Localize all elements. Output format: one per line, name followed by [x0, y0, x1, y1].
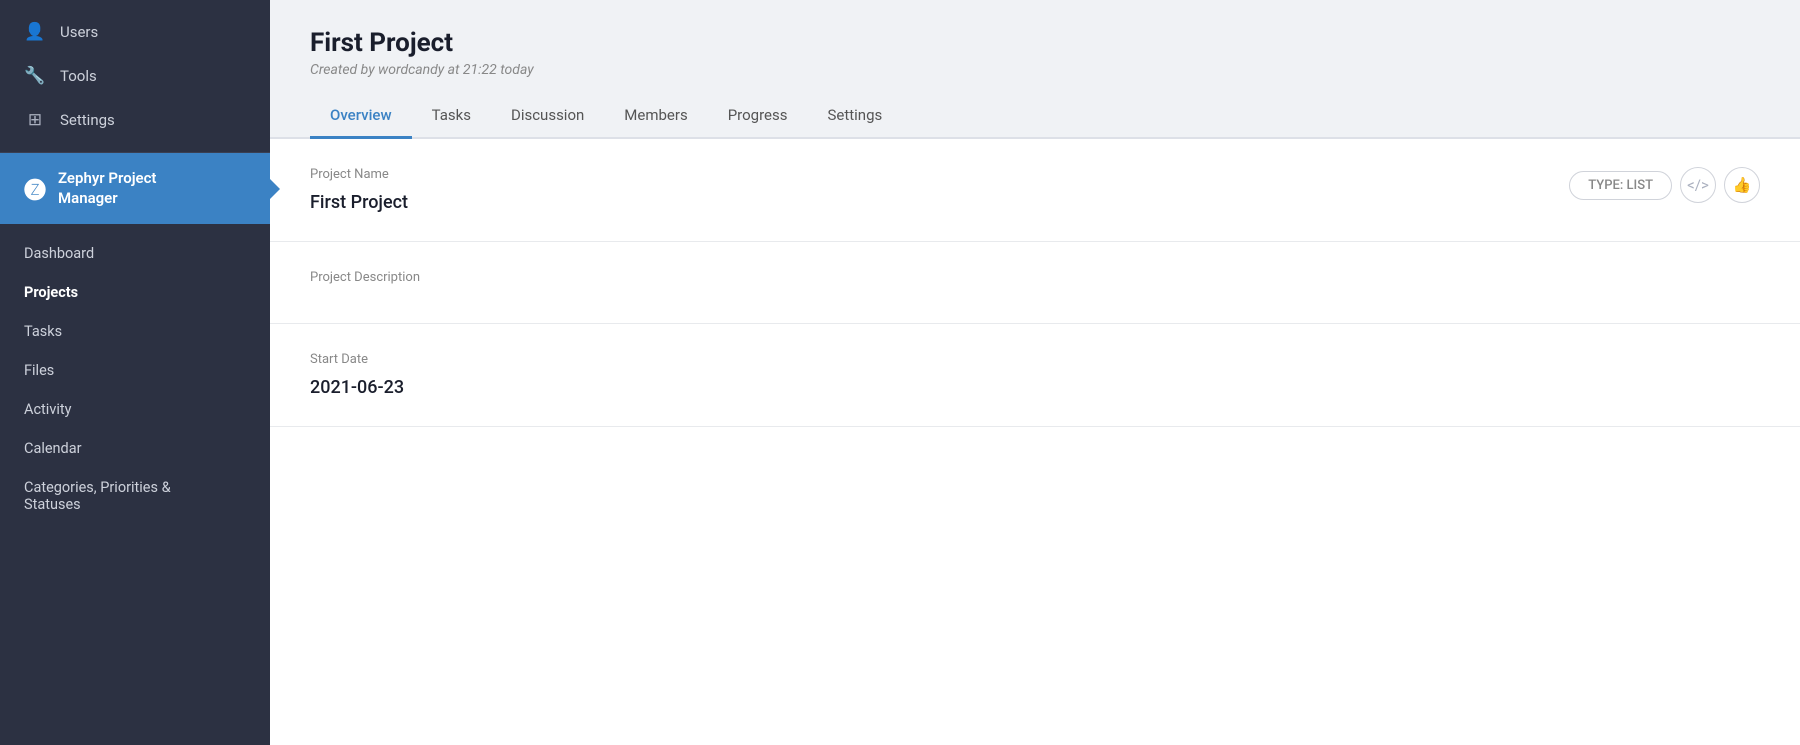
sidebar-item-projects-label: Projects	[24, 284, 78, 301]
sidebar-item-files[interactable]: Files	[0, 351, 270, 390]
tabs: Overview Tasks Discussion Members Progre…	[270, 94, 1800, 139]
thumbs-up-icon-button[interactable]: 👍	[1724, 167, 1760, 203]
zephyr-icon: 🅩	[24, 173, 46, 205]
sidebar-item-activity[interactable]: Activity	[0, 390, 270, 429]
sidebar-item-categories-label: Categories, Priorities &Statuses	[24, 479, 171, 513]
code-icon-button[interactable]: </>	[1680, 167, 1716, 203]
tab-overview[interactable]: Overview	[310, 94, 412, 139]
start-date-label: Start Date	[310, 352, 1760, 367]
sidebar-item-dashboard-label: Dashboard	[24, 245, 94, 262]
page-title: First Project	[310, 28, 1760, 58]
sidebar-item-calendar[interactable]: Calendar	[0, 429, 270, 468]
sidebar: 👤 Users 🔧 Tools ⊞ Settings 🅩 Zephyr Proj…	[0, 0, 270, 745]
sidebar-item-activity-label: Activity	[24, 401, 71, 418]
sidebar-item-dashboard[interactable]: Dashboard	[0, 234, 270, 273]
section-actions: TYPE: LIST </> 👍	[1569, 167, 1760, 203]
sidebar-top-nav: 👤 Users 🔧 Tools ⊞ Settings	[0, 0, 270, 153]
sidebar-item-settings-top-label: Settings	[60, 111, 115, 129]
tab-tasks[interactable]: Tasks	[412, 94, 491, 139]
project-name-label: Project Name	[310, 167, 1760, 182]
sidebar-plugin-zephyr[interactable]: 🅩 Zephyr ProjectManager	[0, 153, 270, 224]
sidebar-subnav: Dashboard Projects Tasks Files Activity …	[0, 224, 270, 745]
project-name-value: First Project	[310, 192, 1760, 213]
settings-grid-icon: ⊞	[24, 110, 46, 130]
type-badge[interactable]: TYPE: LIST	[1569, 171, 1672, 200]
overview-content: Project Name First Project TYPE: LIST </…	[270, 139, 1800, 745]
thumbs-up-icon: 👍	[1733, 176, 1752, 194]
tab-settings[interactable]: Settings	[807, 94, 902, 139]
main-content: First Project Created by wordcandy at 21…	[270, 0, 1800, 745]
sidebar-item-settings-top[interactable]: ⊞ Settings	[0, 98, 270, 142]
project-description-section: Project Description	[270, 242, 1800, 324]
start-date-value: 2021-06-23	[310, 377, 1760, 398]
sidebar-item-tools-label: Tools	[60, 67, 97, 85]
tab-discussion[interactable]: Discussion	[491, 94, 604, 139]
page-header: First Project Created by wordcandy at 21…	[270, 0, 1800, 94]
sidebar-item-files-label: Files	[24, 362, 54, 379]
sidebar-item-users-label: Users	[60, 23, 98, 41]
sidebar-item-categories[interactable]: Categories, Priorities &Statuses	[0, 468, 270, 524]
sidebar-item-tasks[interactable]: Tasks	[0, 312, 270, 351]
page-subtitle: Created by wordcandy at 21:22 today	[310, 62, 1760, 78]
code-icon: </>	[1687, 176, 1709, 194]
sidebar-item-tasks-label: Tasks	[24, 323, 62, 340]
start-date-section: Start Date 2021-06-23	[270, 324, 1800, 427]
tab-progress[interactable]: Progress	[708, 94, 808, 139]
project-name-section: Project Name First Project TYPE: LIST </…	[270, 139, 1800, 242]
sidebar-item-tools[interactable]: 🔧 Tools	[0, 54, 270, 98]
users-icon: 👤	[24, 22, 46, 42]
tab-members[interactable]: Members	[604, 94, 707, 139]
sidebar-item-projects[interactable]: Projects	[0, 273, 270, 312]
sidebar-item-users[interactable]: 👤 Users	[0, 10, 270, 54]
tools-icon: 🔧	[24, 66, 46, 86]
project-description-label: Project Description	[310, 270, 1760, 285]
sidebar-item-calendar-label: Calendar	[24, 440, 82, 457]
sidebar-plugin-label: Zephyr ProjectManager	[58, 169, 156, 208]
